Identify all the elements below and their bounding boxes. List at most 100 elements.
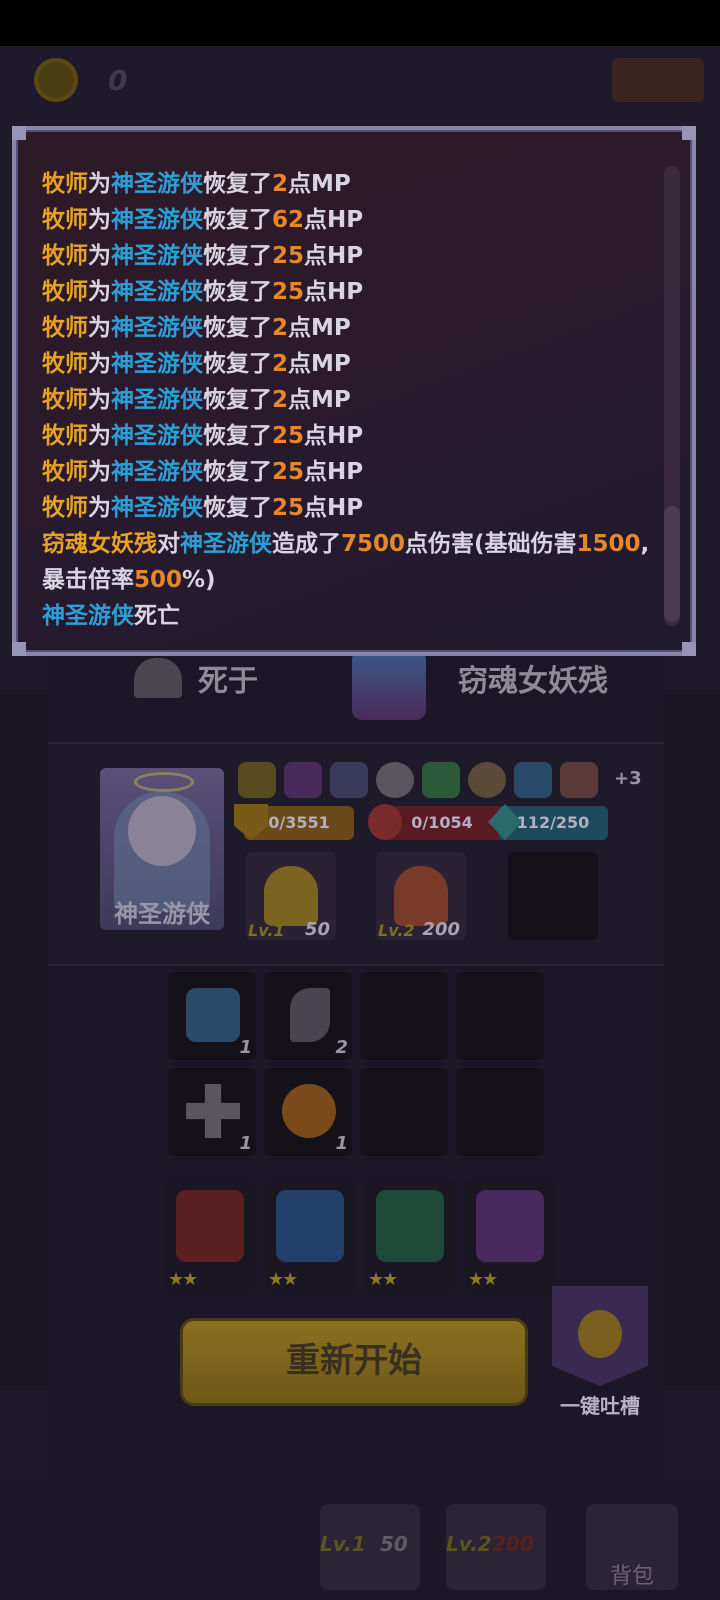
buff-more-count[interactable]: +3 (614, 768, 642, 789)
log-text: 点MP (288, 171, 351, 197)
log-line-damage: 窃魂女妖残对神圣游侠造成了7500点伤害(基础伤害1500,暴击倍率500%) (42, 526, 666, 598)
feedback-label: 一键吐槽 (560, 1394, 640, 1418)
heart-icon (368, 804, 402, 840)
log-number: 25 (272, 459, 305, 485)
log-target: 神圣游侠 (111, 279, 203, 305)
status-bar (0, 0, 720, 46)
inventory-slot[interactable]: 1 (168, 972, 256, 1060)
log-actor: 牧师 (42, 207, 88, 233)
log-number: 1500 (576, 531, 641, 557)
log-target: 神圣游侠 (180, 531, 272, 557)
shield-value: 0/3551 (268, 813, 330, 832)
log-number: 25 (272, 243, 305, 269)
skill-slot-empty[interactable] (508, 852, 598, 940)
feather-buff-icon[interactable] (560, 762, 598, 798)
log-text: 为 (88, 279, 111, 305)
log-number: 25 (272, 495, 305, 521)
log-text: %) (182, 567, 216, 593)
log-line: 牧师为神圣游侠恢复了25点HP (42, 490, 666, 526)
killer-name: 窃魂女妖残 (458, 664, 608, 699)
battle-log-panel[interactable]: 牧师为神圣游侠恢复了2点MP 牧师为神圣游侠恢复了62点HP 牧师为神圣游侠恢复了2… (12, 126, 696, 656)
coin-count: 0 (108, 64, 128, 97)
green-clock-icon (376, 1190, 444, 1262)
log-text: 点伤害(基础伤害 (405, 531, 577, 557)
log-line: 牧师为神圣游侠恢复了25点HP (42, 238, 666, 274)
inventory-slot[interactable]: 2 (264, 972, 352, 1060)
restart-button[interactable]: 重新开始 (180, 1318, 528, 1406)
equipment-slot[interactable]: ★★ (166, 1180, 254, 1292)
log-text: 点MP (288, 315, 351, 341)
log-number: 2 (272, 315, 289, 341)
inventory-slot-empty[interactable] (456, 972, 544, 1060)
log-text: 为 (88, 387, 111, 413)
star-rating: ★★ (468, 1269, 498, 1290)
log-actor: 牧师 (42, 351, 88, 377)
log-text: 点MP (288, 387, 351, 413)
inventory-slot-empty[interactable] (456, 1068, 544, 1156)
log-text: 为 (88, 315, 111, 341)
skill-slot-2[interactable]: Lv.2 200 (376, 852, 466, 940)
item-count: 1 (335, 1133, 348, 1154)
corner-decoration (12, 126, 26, 140)
inventory-slot[interactable]: 1 (264, 1068, 352, 1156)
log-scroll-thumb[interactable] (664, 506, 680, 622)
inventory-slot[interactable]: 1 (168, 1068, 256, 1156)
hp-value: 0/1054 (411, 813, 473, 832)
halo-icon (134, 772, 194, 792)
log-line: 牧师为神圣游侠恢复了62点HP (42, 202, 666, 238)
log-scrollbar[interactable] (664, 166, 680, 626)
skill-cost: 50 (304, 919, 330, 940)
battle-log-lines: 牧师为神圣游侠恢复了2点MP 牧师为神圣游侠恢复了62点HP 牧师为神圣游侠恢复了2… (42, 166, 666, 634)
star-rating: ★★ (168, 1269, 198, 1290)
inventory-slot-empty[interactable] (360, 1068, 448, 1156)
equipment-slot[interactable]: ★★ (366, 1180, 454, 1292)
death-info: 死于 窃魂女妖残 (48, 650, 664, 740)
demon-buff-icon[interactable] (284, 762, 322, 798)
cross-buff-icon[interactable] (376, 762, 414, 798)
log-text: 点HP (304, 243, 364, 269)
log-actor: 牧师 (42, 171, 88, 197)
top-right-button (612, 58, 704, 102)
log-target: 神圣游侠 (111, 459, 203, 485)
log-text: 点HP (304, 423, 364, 449)
hero-name: 神圣游侠 (114, 900, 210, 928)
inventory-slot-empty[interactable] (360, 972, 448, 1060)
fire-buff-icon[interactable] (238, 762, 276, 798)
bag-label: 背包 (610, 1564, 655, 1589)
skill-slot-1[interactable]: Lv.1 50 (246, 852, 336, 940)
log-number: 7500 (341, 531, 406, 557)
log-text: 为 (88, 423, 111, 449)
spike-buff-icon[interactable] (514, 762, 552, 798)
grid-buff-icon[interactable] (330, 762, 368, 798)
log-line: 牧师为神圣游侠恢复了25点HP (42, 418, 666, 454)
skill-cost: 200 (422, 919, 460, 940)
log-text: 点HP (304, 207, 364, 233)
log-target: 神圣游侠 (111, 171, 203, 197)
log-text: 恢复了 (203, 387, 272, 413)
log-target: 神圣游侠 (111, 243, 203, 269)
log-actor: 牧师 (42, 423, 88, 449)
log-number: 2 (272, 171, 289, 197)
inventory-grid: 1 2 1 1 (168, 972, 548, 1156)
boss-portrait-icon (352, 650, 426, 720)
log-text: 恢复了 (203, 171, 272, 197)
log-number: 2 (272, 387, 289, 413)
log-actor: 牧师 (42, 243, 88, 269)
blue-shield-icon (276, 1190, 344, 1262)
log-text: 恢复了 (203, 243, 272, 269)
equipment-slot[interactable]: ★★ (266, 1180, 354, 1292)
timer-buff-icon[interactable] (468, 762, 506, 798)
log-text: 点MP (288, 351, 351, 377)
log-text: 为 (88, 459, 111, 485)
star-rating: ★★ (368, 1269, 398, 1290)
slime-buff-icon[interactable] (422, 762, 460, 798)
log-target: 神圣游侠 (42, 603, 134, 629)
log-number: 62 (272, 207, 305, 233)
holy-halo-skill-icon (264, 866, 318, 926)
log-text: 对 (157, 531, 180, 557)
log-line-death: 神圣游侠死亡 (42, 598, 666, 634)
log-text: 点HP (304, 495, 364, 521)
log-actor: 牧师 (42, 315, 88, 341)
equipment-slot[interactable]: ★★ (466, 1180, 554, 1292)
skill-level: Lv.2 (378, 921, 415, 940)
